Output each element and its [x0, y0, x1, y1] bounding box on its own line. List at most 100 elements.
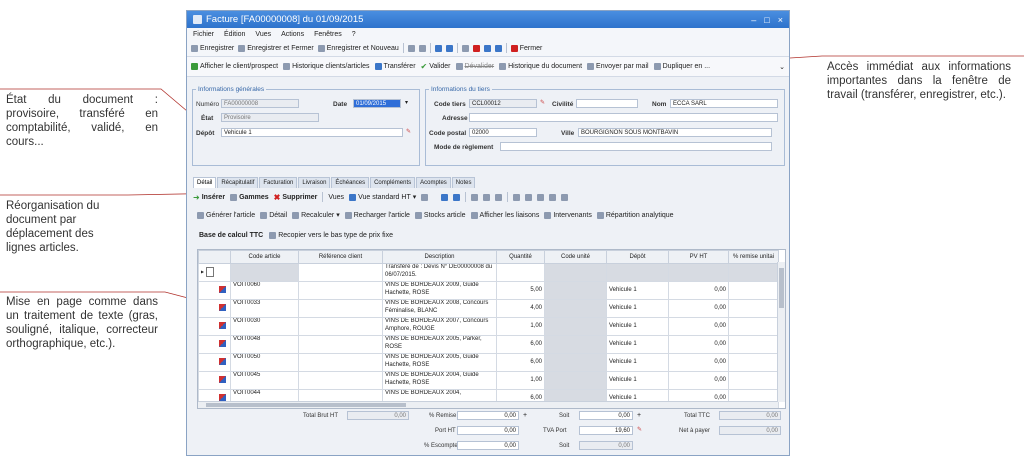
back-arrow-icon[interactable]	[434, 44, 442, 52]
cell-reference[interactable]	[298, 335, 383, 354]
cell-quantity[interactable]: 6,00	[496, 353, 545, 372]
cell-price[interactable]	[668, 263, 729, 282]
cell-discount[interactable]	[728, 281, 779, 300]
tab-recapitulatif[interactable]: Récapitulatif	[217, 177, 259, 188]
table-row[interactable]: ▸ Transféré de : Devis N° DE00000008 du …	[198, 263, 779, 282]
cell-code[interactable]	[230, 263, 299, 282]
cell-discount[interactable]	[728, 317, 779, 336]
row-selector[interactable]	[198, 371, 231, 390]
zoom-out-icon[interactable]	[537, 193, 545, 201]
cell-code[interactable]: VOIT0060	[230, 281, 299, 300]
col-header-code[interactable]: Code article	[230, 250, 299, 264]
cell-depot[interactable]: Vehicule 1	[606, 353, 669, 372]
code-postal-field[interactable]: 02000	[469, 128, 537, 137]
tab-acomptes[interactable]: Acomptes	[416, 177, 451, 188]
delete-line-button[interactable]: ✖ Supprimer	[274, 193, 318, 202]
grid-export-icon[interactable]	[549, 193, 557, 201]
move-down-icon[interactable]	[453, 193, 461, 201]
cell-unit[interactable]	[544, 335, 607, 354]
first-record-icon[interactable]	[483, 44, 491, 52]
chevron-down-icon[interactable]: ⌄	[779, 63, 785, 71]
soit1-plus-icon[interactable]: +	[637, 412, 641, 419]
views-button[interactable]: Vues	[328, 194, 344, 201]
cell-price[interactable]: 0,00	[668, 371, 729, 390]
cell-unit[interactable]	[544, 317, 607, 336]
tab-detail[interactable]: Détail	[193, 177, 217, 188]
duplicate-button[interactable]: Dupliquer en ...	[653, 63, 710, 70]
cell-reference[interactable]	[298, 263, 383, 282]
save-close-button[interactable]: Enregistrer et Fermer	[238, 44, 314, 52]
tva-edit-icon[interactable]: ✎	[637, 426, 642, 433]
table-row[interactable]: VOIT0033 VINS DE BORDEAUX 2008, Concours…	[198, 299, 779, 318]
remise-field[interactable]: 0,00	[457, 411, 519, 420]
row-selector[interactable]	[198, 281, 231, 300]
numero-field[interactable]: FA00000008	[221, 99, 299, 108]
cell-code[interactable]: VOIT0048	[230, 335, 299, 354]
copy-icon[interactable]	[461, 44, 469, 52]
col-header-price[interactable]: PV HT	[668, 250, 729, 264]
col-header-discount[interactable]: % remise unitai	[728, 250, 779, 264]
cell-depot[interactable]: Vehicule 1	[606, 299, 669, 318]
cell-discount[interactable]	[728, 371, 779, 390]
zoom-in-icon[interactable]	[525, 193, 533, 201]
depot-edit-icon[interactable]: ✎	[406, 128, 411, 135]
generate-article-button[interactable]: Générer l'article	[197, 211, 255, 219]
cell-quantity[interactable]: 1,00	[496, 317, 545, 336]
save-button[interactable]: Enregistrer	[191, 44, 234, 52]
send-mail-button[interactable]: Envoyer par mail	[587, 63, 649, 70]
insert-button[interactable]: ➜ Insérer	[193, 193, 225, 202]
col-header-unit[interactable]: Code unité	[544, 250, 607, 264]
col-header-reference[interactable]: Référence client	[298, 250, 383, 264]
history-doc-button[interactable]: Historique du document	[499, 63, 582, 70]
paste-icon[interactable]	[495, 193, 503, 201]
cell-unit[interactable]	[544, 353, 607, 372]
cell-description[interactable]: VINS DE BORDEAUX 2008, Concours Féminali…	[382, 299, 497, 318]
cell-discount[interactable]	[728, 299, 779, 318]
view-select[interactable]: Vue standard HT ▾	[349, 193, 416, 201]
recalc-button[interactable]: Recalculer ▾	[292, 211, 340, 219]
print-icon[interactable]	[407, 44, 415, 52]
cell-description[interactable]: VINS DE BORDEAUX 2007, Concours Amphore,…	[382, 317, 497, 336]
cell-quantity[interactable]: 4,00	[496, 299, 545, 318]
table-row[interactable]: VOIT0050 VINS DE BORDEAUX 2005, Guide Ha…	[198, 353, 779, 372]
row-selector[interactable]	[198, 335, 231, 354]
menu-help[interactable]: ?	[352, 31, 356, 38]
nom-field[interactable]: ECCA SARL	[670, 99, 778, 108]
code-tiers-edit-icon[interactable]: ✎	[540, 99, 545, 106]
date-field[interactable]: 01/09/2015	[353, 99, 401, 108]
table-row[interactable]: VOIT0060 VINS DE BORDEAUX 2009, Guide Ha…	[198, 281, 779, 300]
show-links-button[interactable]: Afficher les liaisons	[470, 211, 539, 219]
forward-arrow-icon[interactable]	[445, 44, 453, 52]
cell-price[interactable]: 0,00	[668, 335, 729, 354]
etat-field[interactable]: Provisoire	[221, 113, 319, 122]
history-client-button[interactable]: Historique clients/articles	[283, 63, 370, 70]
cell-description[interactable]: Transféré de : Devis N° DE00000008 du 06…	[382, 263, 497, 282]
save-new-button[interactable]: Enregistrer et Nouveau	[317, 44, 399, 52]
menu-fenetres[interactable]: Fenêtres	[314, 31, 342, 38]
vertical-scrollbar[interactable]	[777, 262, 785, 402]
cell-quantity[interactable]: 5,00	[496, 281, 545, 300]
horizontal-scroll-thumb[interactable]	[206, 403, 406, 407]
move-up-icon[interactable]	[441, 193, 449, 201]
cut-icon[interactable]	[471, 193, 479, 201]
cell-description[interactable]: VINS DE BORDEAUX 2009, Guide Hachette, R…	[382, 281, 497, 300]
cell-unit[interactable]	[544, 371, 607, 390]
cell-price[interactable]: 0,00	[668, 299, 729, 318]
cell-discount[interactable]	[728, 353, 779, 372]
table-row[interactable]: VOIT0030 VINS DE BORDEAUX 2007, Concours…	[198, 317, 779, 336]
cell-reference[interactable]	[298, 281, 383, 300]
copy-down-button[interactable]: Recopier vers le bas type de prix fixe	[269, 231, 393, 239]
tab-facturation[interactable]: Facturation	[259, 177, 298, 188]
tab-echeances[interactable]: Échéances	[331, 177, 370, 188]
cell-description[interactable]: VINS DE BORDEAUX 2005, Guide Hachette, R…	[382, 353, 497, 372]
cell-code[interactable]: VOIT0050	[230, 353, 299, 372]
soit1-field[interactable]: 0,00	[579, 411, 633, 420]
tab-notes[interactable]: Notes	[451, 177, 476, 188]
preview-icon[interactable]	[418, 44, 426, 52]
cell-depot[interactable]: Vehicule 1	[606, 371, 669, 390]
stock-article-button[interactable]: Stocks article	[414, 211, 466, 219]
cell-depot[interactable]: Vehicule 1	[606, 317, 669, 336]
cell-depot[interactable]: Vehicule 1	[606, 281, 669, 300]
detail-button[interactable]: Détail	[260, 211, 287, 219]
cell-price[interactable]: 0,00	[668, 281, 729, 300]
